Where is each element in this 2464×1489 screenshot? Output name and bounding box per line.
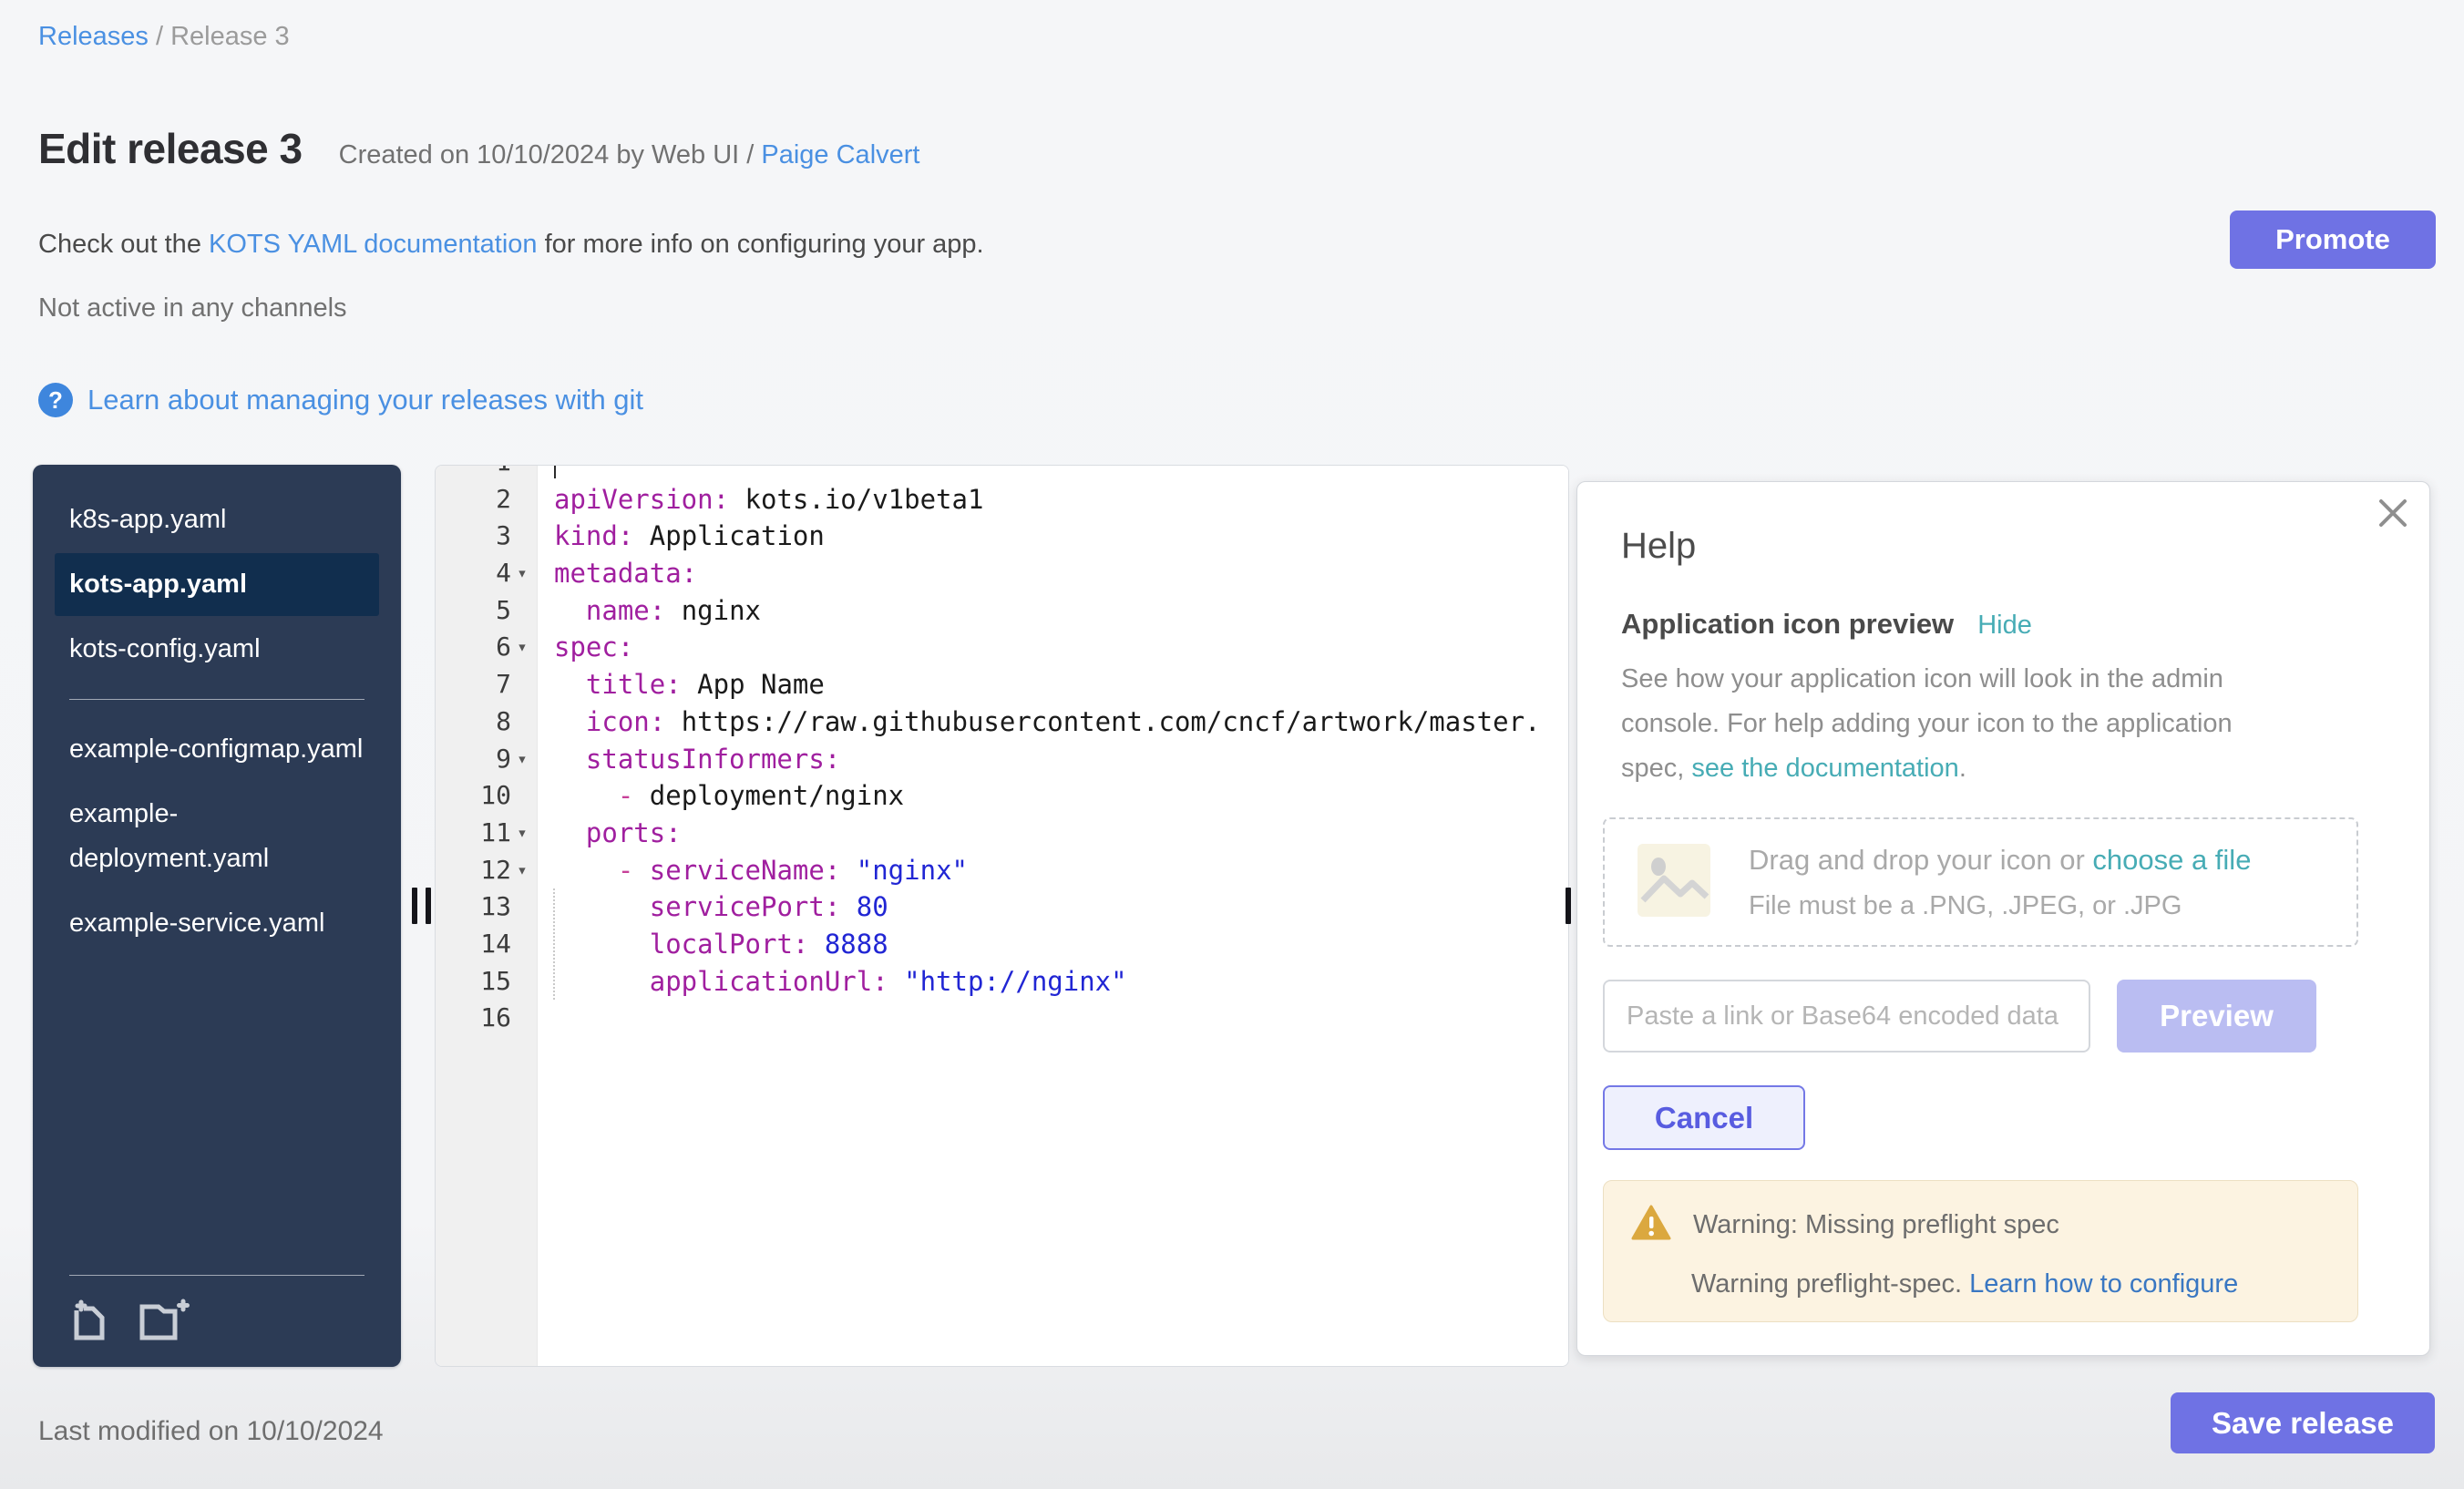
- editor-gutter: 1234▾56▾789▾1011▾12▾13141516: [436, 466, 538, 1366]
- editor-gutter-rows: 1234▾56▾789▾1011▾12▾13141516: [436, 466, 537, 1037]
- code-line-2[interactable]: apiVersion: kots.io/v1beta1: [554, 481, 1568, 519]
- add-folder-icon[interactable]: [139, 1298, 195, 1343]
- code-line-10[interactable]: - deployment/nginx: [554, 777, 1568, 815]
- fold-arrow-icon[interactable]: ▾: [511, 629, 533, 666]
- cancel-button[interactable]: Cancel: [1603, 1085, 1805, 1150]
- file-tree-sidebar: k8s-app.yamlkots-app.yamlkots-config.yam…: [33, 465, 401, 1367]
- yaml-editor[interactable]: 1234▾56▾789▾1011▾12▾13141516 ---apiVersi…: [435, 465, 1569, 1367]
- warning-triangle-icon: [1631, 1205, 1671, 1246]
- file-item-kots-app.yaml[interactable]: kots-app.yaml: [55, 553, 379, 616]
- breadcrumb-current: Release 3: [170, 22, 290, 51]
- file-list: k8s-app.yamlkots-app.yamlkots-config.yam…: [33, 465, 401, 957]
- file-item-k8s-app.yaml[interactable]: k8s-app.yaml: [55, 488, 379, 551]
- gutter-line-3: 3: [436, 518, 537, 555]
- warning-title: Warning: Missing preflight spec: [1693, 1210, 2059, 1240]
- gutter-line-12[interactable]: 12▾: [436, 852, 537, 889]
- title-row: Edit release 3 Created on 10/10/2024 by …: [38, 124, 919, 173]
- file-item-kots-config.yaml[interactable]: kots-config.yaml: [55, 618, 379, 681]
- gutter-line-1: 1: [436, 466, 537, 481]
- kots-yaml-docs-link[interactable]: KOTS YAML documentation: [209, 230, 538, 259]
- gutter-line-13: 13: [436, 888, 537, 926]
- gutter-line-15: 15: [436, 963, 537, 1001]
- code-line-6[interactable]: spec:: [554, 629, 1568, 666]
- code-line-11[interactable]: ports:: [554, 815, 1568, 852]
- dropzone-filetypes-text: File must be a .PNG, .JPEG, or .JPG: [1749, 891, 2251, 921]
- gutter-line-11[interactable]: 11▾: [436, 815, 537, 852]
- image-placeholder-icon: [1636, 842, 1712, 923]
- code-line-16[interactable]: [554, 1000, 1568, 1037]
- code-line-8[interactable]: icon: https://raw.githubusercontent.com/…: [554, 703, 1568, 741]
- preflight-warning-box: Warning: Missing preflight spec Warning …: [1603, 1180, 2358, 1322]
- page-title: Edit release 3: [38, 124, 303, 173]
- icon-dropzone[interactable]: Drag and drop your icon or choose a file…: [1603, 817, 2358, 947]
- close-icon[interactable]: [2375, 495, 2411, 531]
- breadcrumb-separator: /: [149, 22, 170, 51]
- promote-button[interactable]: Promote: [2230, 211, 2436, 269]
- file-item-example-service.yaml[interactable]: example-service.yaml: [55, 892, 379, 955]
- file-tree-actions-divider: [69, 1275, 364, 1276]
- gutter-line-2: 2: [436, 481, 537, 519]
- icon-url-input[interactable]: [1603, 980, 2090, 1053]
- file-tree-actions: [33, 1275, 401, 1367]
- preview-button[interactable]: Preview: [2117, 980, 2316, 1053]
- code-line-13[interactable]: servicePort: 80: [554, 888, 1568, 926]
- question-icon: ?: [38, 383, 73, 417]
- code-line-9[interactable]: statusInformers:: [554, 741, 1568, 778]
- fold-arrow-icon[interactable]: ▾: [511, 815, 533, 852]
- code-line-14[interactable]: localPort: 8888: [554, 926, 1568, 963]
- last-modified-text: Last modified on 10/10/2024: [38, 1416, 384, 1447]
- add-file-icon[interactable]: [69, 1298, 113, 1343]
- code-line-1[interactable]: ---: [554, 466, 1568, 481]
- code-line-12[interactable]: - serviceName: "nginx": [554, 852, 1568, 889]
- file-item-example-configmap.yaml[interactable]: example-configmap.yaml: [55, 718, 379, 781]
- icon-preview-description: See how your application icon will look …: [1621, 657, 2274, 791]
- created-by-link[interactable]: Paige Calvert: [761, 140, 919, 169]
- created-on-text: Created on 10/10/2024 by Web UI / Paige …: [339, 140, 920, 170]
- file-item-example-deployment.yaml[interactable]: example-deployment.yaml: [55, 783, 379, 890]
- help-panel: Help Application icon preview Hide See h…: [1576, 481, 2430, 1356]
- code-line-4[interactable]: metadata:: [554, 555, 1568, 592]
- warning-subtext: Warning preflight-spec. Learn how to con…: [1691, 1269, 2330, 1299]
- gutter-line-16: 16: [436, 1000, 537, 1037]
- hide-link[interactable]: Hide: [1977, 611, 2032, 641]
- editor-code-area[interactable]: ---apiVersion: kots.io/v1beta1kind: Appl…: [538, 466, 1568, 1366]
- gutter-line-6[interactable]: 6▾: [436, 629, 537, 666]
- code-line-7[interactable]: title: App Name: [554, 666, 1568, 703]
- code-line-15[interactable]: applicationUrl: "http://nginx": [554, 963, 1568, 1001]
- code-line-3[interactable]: kind: Application: [554, 518, 1568, 555]
- choose-file-link[interactable]: choose a file: [2092, 844, 2251, 876]
- pane-resize-handle-left[interactable]: [412, 888, 431, 924]
- gutter-line-4[interactable]: 4▾: [436, 555, 537, 592]
- code-line-5[interactable]: name: nginx: [554, 592, 1568, 630]
- breadcrumb: Releases / Release 3: [38, 22, 290, 52]
- git-releases-link[interactable]: Learn about managing your releases with …: [87, 384, 643, 416]
- dropzone-text: Drag and drop your icon or choose a file: [1749, 844, 2251, 877]
- icon-preview-heading: Application icon preview: [1621, 608, 1954, 641]
- intro-line: Check out the KOTS YAML documentation fo…: [38, 230, 984, 260]
- fold-arrow-icon[interactable]: ▾: [511, 741, 533, 778]
- editor-code-lines: ---apiVersion: kots.io/v1beta1kind: Appl…: [538, 466, 1568, 1037]
- fold-arrow-icon[interactable]: ▾: [511, 852, 533, 889]
- see-documentation-link[interactable]: see the documentation: [1691, 754, 1958, 783]
- gutter-line-7: 7: [436, 666, 537, 703]
- fold-arrow-icon[interactable]: ▾: [511, 555, 533, 592]
- gutter-line-9[interactable]: 9▾: [436, 741, 537, 778]
- help-panel-title: Help: [1621, 526, 1696, 567]
- save-release-button[interactable]: Save release: [2171, 1392, 2435, 1453]
- breadcrumb-releases-link[interactable]: Releases: [38, 22, 149, 51]
- learn-configure-link[interactable]: Learn how to configure: [1969, 1269, 2238, 1299]
- file-list-divider: [69, 699, 364, 700]
- gutter-line-14: 14: [436, 926, 537, 963]
- gutter-line-5: 5: [436, 592, 537, 630]
- gutter-line-8: 8: [436, 703, 537, 741]
- git-help-row: ? Learn about managing your releases wit…: [38, 383, 643, 417]
- indent-guide: [553, 888, 555, 1000]
- channel-status-text: Not active in any channels: [38, 293, 347, 323]
- gutter-line-10: 10: [436, 777, 537, 815]
